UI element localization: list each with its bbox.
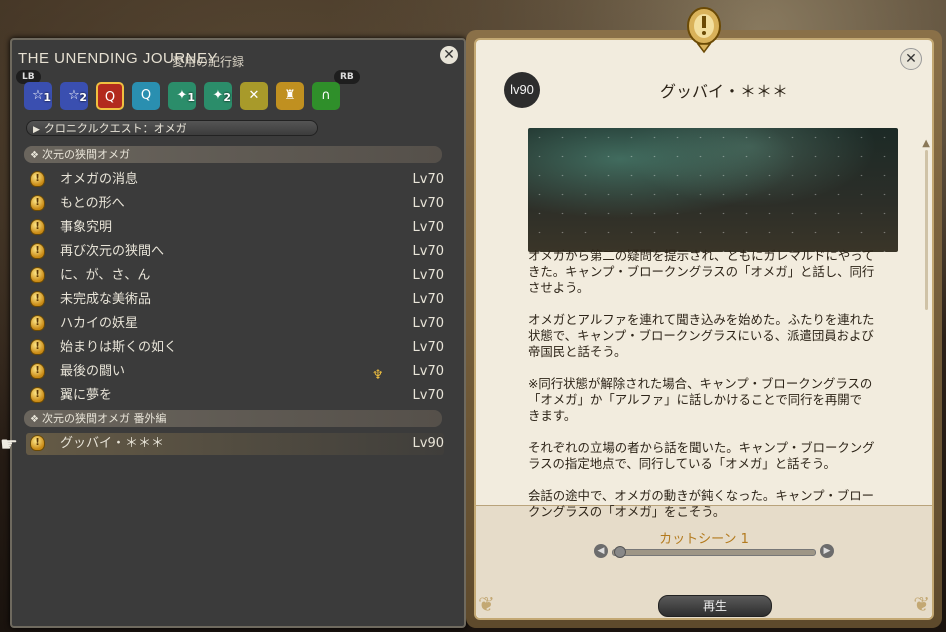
quest-row[interactable]: ! 事象究明 Lv70 — [26, 217, 444, 239]
play-button[interactable]: 再生 — [658, 595, 772, 617]
quest-row[interactable]: ! もとの形へ Lv70 — [26, 193, 444, 215]
quest-icon: ! — [30, 195, 45, 211]
cutscene-slider[interactable]: ◀ ▶ — [594, 544, 834, 558]
quest-tab-6-icon[interactable]: ✦ 2 — [204, 82, 232, 110]
diamond-icon: ❖ — [30, 150, 39, 161]
quest-icon: ! — [30, 171, 45, 187]
close-icon[interactable]: ✕ — [900, 48, 922, 70]
journal-panel: THE UNENDING JOURNEY 愛用の紀行録 ✕ LB RB ☆ 1 ☆… — [10, 38, 466, 628]
quest-detail-panel: lv90 グッバイ・＊＊＊ ✕ ▲ オメガから第二の疑問を提示され、ともにガレマ… — [466, 7, 942, 628]
quest-row[interactable]: ! オメガの消息 Lv70 — [26, 169, 444, 191]
scroll-up-icon[interactable]: ▲ — [922, 138, 930, 149]
quest-icon: ! — [30, 219, 45, 235]
quest-row[interactable]: ! 始まりは斯くの如く Lv70 — [26, 337, 444, 359]
close-icon[interactable]: ✕ — [440, 46, 458, 64]
corner-ornament-icon: ❦ — [913, 592, 930, 616]
quest-icon: ! — [30, 387, 45, 403]
quest-tab-4-icon[interactable]: Q — [132, 82, 160, 110]
quest-scene-image — [528, 128, 898, 252]
reward-badge-icon: ♆ — [372, 368, 384, 383]
rb-button[interactable]: RB — [334, 70, 360, 84]
detail-content: lv90 グッバイ・＊＊＊ ✕ ▲ オメガから第二の疑問を提示され、ともにガレマ… — [474, 38, 934, 620]
quest-description: オメガから第二の疑問を提示され、ともにガレマルドにやって きた。キャンプ・ブロー… — [528, 248, 875, 519]
quest-tab-5-icon[interactable]: ✦ 1 — [168, 82, 196, 110]
quest-tab-3-icon[interactable]: Q — [96, 82, 124, 110]
pointer-hand-icon: ☛ — [0, 432, 18, 456]
quest-icon: ! — [30, 267, 45, 283]
quest-tab-2-icon[interactable]: ☆ 2 — [60, 82, 88, 110]
triangle-right-icon: ▶ — [33, 125, 40, 135]
quest-icon: ! — [30, 339, 45, 355]
quest-emblem-icon — [687, 7, 721, 54]
quest-tab-1-icon[interactable]: ☆ 1 — [24, 82, 52, 110]
quest-row[interactable]: ! 再び次元の狭間へ Lv70 — [26, 241, 444, 263]
quest-icon: ! — [30, 315, 45, 331]
corner-ornament-icon: ❦ — [478, 592, 495, 616]
quest-tab-8-icon[interactable]: ♜ — [276, 82, 304, 110]
scrollbar[interactable] — [925, 150, 928, 310]
journal-subtitle: 愛用の紀行録 — [172, 55, 245, 69]
quest-row[interactable]: ! 翼に夢を Lv70 — [26, 385, 444, 407]
category-dropdown[interactable]: ▶ クロニクルクエスト：オメガ — [26, 120, 318, 136]
previous-icon[interactable]: ◀ — [594, 544, 608, 558]
diamond-icon: ❖ — [30, 414, 39, 425]
quest-icon: ! — [30, 363, 45, 379]
group-header-2[interactable]: ❖ 次元の狭間オメガ 番外編 — [24, 410, 442, 427]
quest-row-selected[interactable]: ! グッバイ・＊＊＊ Lv90 — [26, 433, 444, 455]
quest-row[interactable]: ! ハカイの妖星 Lv70 — [26, 313, 444, 335]
quest-tab-9-icon[interactable]: ∩ — [312, 82, 340, 110]
level-badge: lv90 — [504, 72, 540, 108]
quest-row[interactable]: ! 最後の闘い ♆ Lv70 — [26, 361, 444, 383]
quest-row[interactable]: ! に、が、さ、ん Lv70 — [26, 265, 444, 287]
quest-tab-7-icon[interactable]: ✕ — [240, 82, 268, 110]
quest-icon: ! — [30, 435, 45, 451]
quest-row[interactable]: ! 未完成な美術品 Lv70 — [26, 289, 444, 311]
next-icon[interactable]: ▶ — [820, 544, 834, 558]
group-header-1[interactable]: ❖ 次元の狭間オメガ — [24, 146, 442, 163]
quest-icon: ! — [30, 291, 45, 307]
quest-icon: ! — [30, 243, 45, 259]
slider-track[interactable] — [612, 549, 816, 556]
quest-title: グッバイ・＊＊＊ — [659, 82, 788, 101]
slider-thumb[interactable] — [614, 546, 626, 558]
